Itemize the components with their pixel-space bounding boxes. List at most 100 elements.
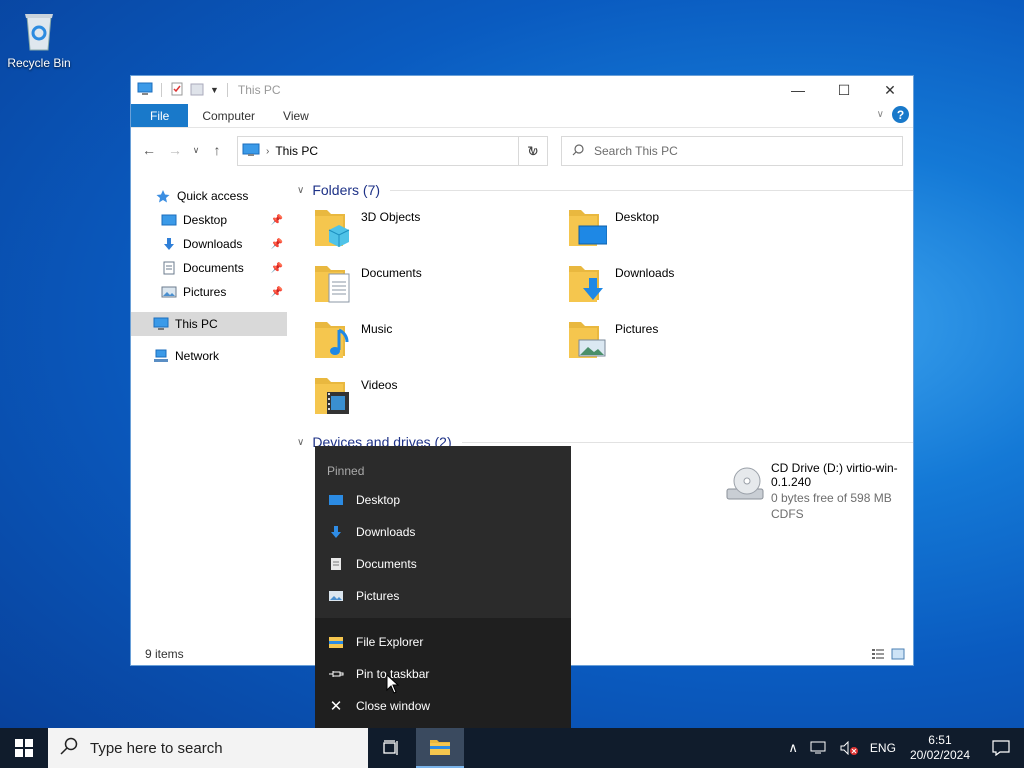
jump-item-desktop[interactable]: Desktop [315,484,571,516]
sidebar-item-desktop[interactable]: Desktop 📌 [131,208,287,232]
back-arrow-icon[interactable]: ← [139,140,159,160]
clock-date: 20/02/2024 [909,748,970,762]
forward-arrow-icon[interactable]: → [165,140,185,160]
sidebar-item-network[interactable]: Network [131,344,287,368]
sidebar-item-label: Desktop [183,213,228,227]
cd-drive-item[interactable]: CD Drive (D:) virtio-win-0.1.240 0 bytes… [725,461,913,521]
folder-name: 3D Objects [361,210,421,224]
jump-item-downloads[interactable]: Downloads [315,516,571,548]
volume-muted-icon[interactable] [834,741,864,755]
taskbar-file-explorer-button[interactable] [416,728,464,768]
folder-music[interactable]: Music [313,316,567,372]
navigation-bar: ← → ∨ ↑ › This PC ∨ ↻ Search This PC [131,128,913,172]
breadcrumb-chevron-icon[interactable]: › [266,146,269,157]
collapse-chevron-icon[interactable]: ∨ [297,437,304,448]
search-box[interactable]: Search This PC [561,136,903,166]
download-arrow-icon [161,236,177,252]
tab-computer[interactable]: Computer [188,104,269,127]
minimize-button[interactable]: — [775,76,821,104]
drive-filesystem: CDFS [771,507,804,521]
show-hidden-icons-chevron-icon[interactable]: ∧ [782,740,804,756]
ribbon-tabs: File Computer View ∨ ? [131,104,913,128]
network-icon [153,348,169,364]
pictures-icon [328,588,344,604]
recycle-bin-icon [19,8,59,52]
folder-name: Downloads [615,266,675,280]
folder-desktop[interactable]: Desktop [567,204,821,260]
chevron-down-icon[interactable]: ▼ [210,85,219,95]
sidebar-item-downloads[interactable]: Downloads 📌 [131,232,287,256]
tab-view[interactable]: View [269,104,323,127]
mouse-cursor-icon [386,673,400,694]
up-arrow-icon[interactable]: ↑ [207,140,227,160]
search-icon [60,737,78,759]
sidebar-item-label: Quick access [177,189,249,203]
close-window-button[interactable]: ✕ Close window [315,690,571,722]
sidebar-item-label: Network [175,349,220,363]
help-icon[interactable]: ? [892,106,909,123]
taskbar: Type here to search ∧ ENG 6:51 20/02/202… [0,728,1024,768]
folder-name: Pictures [615,322,659,336]
start-button[interactable] [0,728,48,768]
desktop-folder-icon [328,492,344,508]
folder-name: Documents [361,266,422,280]
navigation-pane: Quick access Desktop 📌 Downloads 📌 Docum… [131,184,287,368]
close-icon: ✕ [329,698,343,715]
folders-group-header[interactable]: ∨ Folders (7) [291,176,913,204]
jump-item-label: Pictures [356,589,400,603]
pin-icon [328,666,344,682]
pin-icon[interactable]: 📌 [271,239,283,250]
address-bar[interactable]: › This PC ∨ [237,136,548,166]
music-folder-icon [313,316,353,360]
sidebar-item-documents[interactable]: Documents 📌 [131,256,287,280]
pin-icon[interactable]: 📌 [271,215,283,226]
star-icon [155,188,171,204]
sidebar-item-quick-access[interactable]: Quick access [131,184,287,208]
pin-to-taskbar-button[interactable]: Pin to taskbar [315,658,571,690]
jump-item-label: Desktop [356,493,401,507]
window-title: This PC [237,83,281,97]
network-icon[interactable] [804,741,834,755]
close-button[interactable]: ✕ [867,76,913,104]
pictures-folder-icon [567,316,607,360]
clock[interactable]: 6:51 20/02/2024 [902,733,978,763]
cd-drive-icon [725,461,765,505]
drive-free-space: 0 bytes free of 598 MB [771,491,892,505]
input-language[interactable]: ENG [864,741,902,755]
taskbar-search-box[interactable]: Type here to search [48,728,368,768]
notifications-icon[interactable] [978,740,1024,756]
details-view-icon[interactable] [871,648,885,660]
tab-file[interactable]: File [131,104,189,127]
folders-grid: 3D Objects Desktop Documents Downloads M… [291,204,913,428]
large-icons-view-icon[interactable] [891,648,905,660]
folder-documents[interactable]: Documents [313,260,567,316]
jump-item-documents[interactable]: Documents [315,548,571,580]
folder-videos[interactable]: Videos [313,372,567,428]
properties-icon[interactable] [170,82,184,99]
task-view-button[interactable] [368,728,416,768]
jump-item-label: Downloads [356,525,416,539]
task-view-icon [383,740,398,755]
jump-item-pictures[interactable]: Pictures [315,580,571,612]
computer-icon [153,316,169,332]
recent-locations-chevron-icon[interactable]: ∨ [191,140,201,160]
new-folder-icon[interactable] [190,82,204,99]
sidebar-item-label: Documents [183,261,244,275]
download-arrow-icon [328,524,344,540]
pin-icon[interactable]: 📌 [271,287,283,298]
sidebar-item-this-pc[interactable]: This PC [131,312,287,336]
folder-downloads[interactable]: Downloads [567,260,821,316]
file-explorer-icon [430,740,450,755]
folder-3d-objects[interactable]: 3D Objects [313,204,567,260]
expand-ribbon-chevron-icon[interactable]: ∨ [877,109,884,120]
jump-item-file-explorer[interactable]: File Explorer [315,626,571,658]
collapse-chevron-icon[interactable]: ∨ [297,185,304,196]
pin-icon[interactable]: 📌 [271,263,283,274]
recycle-bin-shortcut[interactable]: Recycle Bin [4,8,74,70]
documents-folder-icon [313,260,353,304]
sidebar-item-pictures[interactable]: Pictures 📌 [131,280,287,304]
folder-pictures[interactable]: Pictures [567,316,821,372]
refresh-button[interactable]: ↻ [518,136,548,166]
maximize-button[interactable]: ☐ [821,76,867,104]
status-item-count: 9 items [145,647,184,661]
